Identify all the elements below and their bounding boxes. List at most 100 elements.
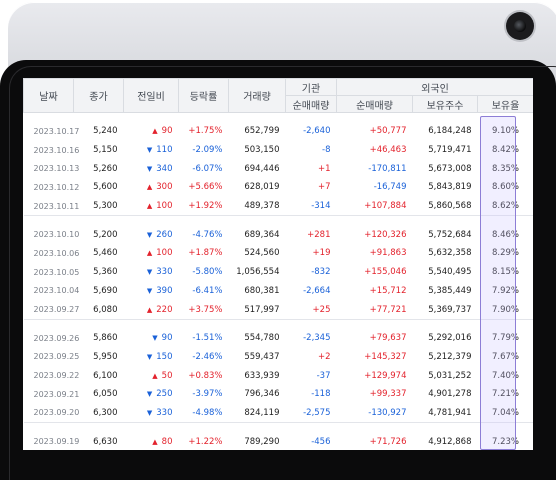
- change-value: 260: [156, 229, 173, 240]
- table-row[interactable]: 2023.09.20 6,300 ▼ 330 -4.98% 824,119 -2,…: [24, 404, 534, 423]
- cell-foreign-ratio: 8.42%: [492, 145, 520, 156]
- col-header-foreign-net[interactable]: 순매매량: [336, 95, 413, 113]
- cell-date: 2023.09.22: [33, 371, 80, 381]
- table-row[interactable]: 2023.09.27 6,080 ▲ 220 +3.75% 517,997 +25…: [24, 300, 534, 319]
- cell-inst-net: -2,345: [303, 333, 331, 344]
- change-value: 390: [156, 285, 173, 296]
- cell-inst-net: +281: [307, 229, 331, 240]
- cell-change: ▲ 100: [124, 244, 179, 263]
- cell-foreign-ratio: 7.23%: [492, 436, 520, 447]
- cell-foreign-net: -130,927: [368, 407, 407, 418]
- cell-volume: 628,019: [244, 182, 280, 193]
- group-spacer: [24, 320, 534, 329]
- cell-foreign-ratio: 9.10%: [492, 126, 520, 137]
- cell-change: ▼ 330: [124, 263, 179, 282]
- change-value: 100: [156, 201, 173, 212]
- triangle-up-icon: ▲: [146, 202, 153, 211]
- triangle-down-icon: ▼: [146, 230, 153, 239]
- triangle-down-icon: ▼: [146, 286, 153, 295]
- cell-rate: -6.41%: [192, 285, 223, 296]
- table-row[interactable]: 2023.10.05 5,360 ▼ 330 -5.80% 1,056,554 -…: [24, 263, 534, 282]
- cell-foreign-net: +15,712: [369, 285, 407, 296]
- table-row[interactable]: 2023.10.13 5,260 ▼ 340 -6.07% 694,446 +1 …: [24, 159, 534, 178]
- group-spacer: [24, 423, 534, 432]
- cell-inst-net: +7: [317, 182, 331, 193]
- table-row[interactable]: 2023.10.11 5,300 ▲ 100 +1.92% 489,378 -31…: [24, 197, 534, 216]
- cell-inst-net: +1: [317, 163, 331, 174]
- change-value: 100: [156, 248, 173, 259]
- table-row[interactable]: 2023.10.04 5,690 ▼ 390 -6.41% 680,381 -2,…: [24, 282, 534, 301]
- cell-inst-net: -2,575: [303, 407, 331, 418]
- table-row[interactable]: 2023.10.10 5,200 ▼ 260 -4.76% 689,364 +28…: [24, 225, 534, 244]
- cell-volume: 559,437: [244, 351, 280, 362]
- cell-volume: 824,119: [244, 407, 280, 418]
- cell-volume: 789,290: [244, 436, 280, 447]
- table-row[interactable]: 2023.10.12 5,600 ▲ 300 +5.66% 628,019 +7 …: [24, 178, 534, 197]
- col-header-rate[interactable]: 등락률: [178, 78, 229, 113]
- triangle-up-icon: ▲: [152, 127, 158, 136]
- cell-close: 5,260: [93, 163, 118, 174]
- col-header-foreign-holdings[interactable]: 보유주수: [412, 95, 478, 113]
- col-header-volume[interactable]: 거래량: [228, 78, 286, 113]
- cell-foreign-net: +46,463: [369, 145, 407, 156]
- triangle-up-icon: ▲: [152, 371, 158, 380]
- triangle-down-icon: ▼: [146, 268, 153, 277]
- table-row[interactable]: 2023.10.16 5,150 ▼ 110 -2.09% 503,150 -8 …: [24, 141, 534, 160]
- cell-rate: +1.75%: [188, 126, 223, 137]
- col-header-foreign-ratio[interactable]: 보유율: [476, 95, 533, 113]
- cell-volume: 796,346: [244, 389, 280, 400]
- cell-foreign-holdings: 5,752,684: [428, 229, 472, 240]
- table-row[interactable]: 2023.09.25 5,950 ▼ 150 -2.46% 559,437 +2 …: [24, 348, 534, 367]
- cell-date: 2023.10.10: [33, 230, 80, 240]
- table-row[interactable]: 2023.10.17 5,240 ▲ 90 +1.75% 652,799 -2,6…: [24, 122, 534, 141]
- table-row[interactable]: 2023.09.26 5,860 ▼ 90 -1.51% 554,780 -2,3…: [24, 329, 534, 348]
- cell-date: 2023.09.26: [33, 333, 80, 343]
- cell-foreign-holdings: 5,369,737: [428, 304, 472, 315]
- cell-rate: +1.92%: [188, 201, 223, 212]
- cell-rate: -6.07%: [192, 163, 223, 174]
- col-header-change[interactable]: 전일비: [123, 78, 179, 113]
- cell-foreign-holdings: 4,912,868: [428, 436, 472, 447]
- cell-foreign-holdings: 5,212,379: [428, 351, 472, 362]
- group-header-institution: 기관: [285, 78, 337, 96]
- cell-close: 5,240: [93, 126, 118, 137]
- cell-date: 2023.10.13: [33, 164, 80, 174]
- cell-date: 2023.10.11: [33, 201, 80, 211]
- table-row[interactable]: 2023.09.22 6,100 ▲ 50 +0.83% 633,939 -37 …: [24, 366, 534, 385]
- cell-date: 2023.10.12: [33, 182, 80, 192]
- triangle-down-icon: ▼: [146, 390, 153, 399]
- change-value: 80: [161, 436, 173, 447]
- cell-foreign-holdings: 5,292,016: [428, 333, 472, 344]
- col-header-date[interactable]: 날짜: [23, 78, 74, 113]
- cell-foreign-ratio: 8.15%: [492, 267, 520, 278]
- cell-foreign-holdings: 5,860,568: [428, 201, 472, 212]
- cell-rate: -2.09%: [192, 145, 223, 156]
- cell-change: ▲ 300: [124, 178, 179, 197]
- table-row[interactable]: 2023.09.21 6,050 ▼ 250 -3.97% 796,346 -11…: [24, 385, 534, 404]
- cell-date: 2023.10.06: [33, 248, 80, 258]
- cell-rate: +0.83%: [188, 370, 223, 381]
- col-header-close[interactable]: 종가: [73, 78, 124, 113]
- cell-close: 5,200: [93, 229, 118, 240]
- cell-change: ▼ 110: [124, 141, 179, 160]
- cell-change: ▲ 100: [124, 197, 179, 216]
- cell-foreign-holdings: 5,540,495: [428, 267, 472, 278]
- cell-foreign-holdings: 4,901,278: [428, 389, 472, 400]
- cell-foreign-ratio: 8.29%: [492, 248, 520, 259]
- col-header-inst-net[interactable]: 순매매량: [285, 95, 337, 113]
- cell-foreign-ratio: 8.46%: [492, 229, 520, 240]
- cell-foreign-net: +71,726: [369, 436, 407, 447]
- cell-close: 6,080: [93, 304, 118, 315]
- cell-foreign-holdings: 5,031,252: [428, 370, 472, 381]
- cell-foreign-ratio: 7.79%: [492, 333, 520, 344]
- table-row[interactable]: 2023.10.06 5,460 ▲ 100 +1.87% 524,560 +19…: [24, 244, 534, 263]
- cell-change: ▲ 220: [124, 300, 179, 319]
- cell-foreign-ratio: 7.04%: [492, 407, 520, 418]
- table-row[interactable]: 2023.09.19 6,630 ▲ 80 +1.22% 789,290 -456…: [24, 432, 534, 450]
- cell-date: 2023.10.17: [33, 126, 80, 136]
- cell-volume: 1,056,554: [236, 267, 280, 278]
- cell-volume: 689,364: [244, 229, 280, 240]
- cell-change: ▼ 90: [124, 329, 179, 348]
- cell-inst-net: -8: [322, 145, 331, 156]
- cell-volume: 554,780: [244, 333, 280, 344]
